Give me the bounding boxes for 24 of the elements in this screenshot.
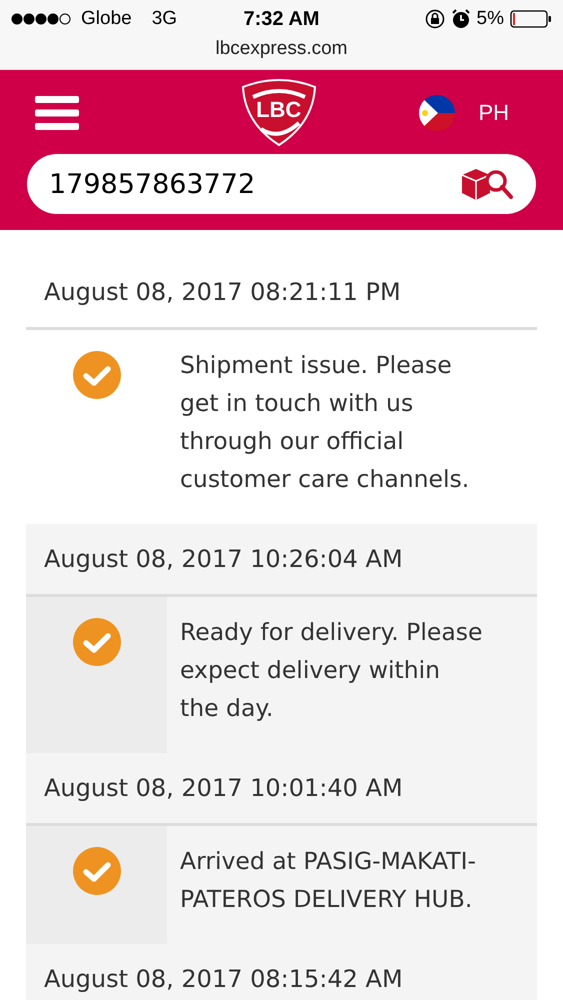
- event-timestamp: August 08, 2017 10:01:40 AM: [44, 774, 403, 802]
- rotation-lock-icon: [424, 9, 445, 29]
- flag-icon: [418, 94, 456, 132]
- event-timestamp: August 08, 2017 08:15:42 AM: [44, 965, 403, 993]
- event-status: Shipment issue. Please get in touch with us through our official customer care channels.: [179, 350, 470, 495]
- menu-icon: [35, 95, 79, 131]
- event-status: Ready for delivery. Please expect delivery within the day.: [179, 617, 484, 724]
- battery-percent: 5%: [476, 8, 504, 30]
- network-type: 3G: [152, 8, 178, 30]
- check-icon: [72, 846, 122, 896]
- region-label[interactable]: PH: [478, 100, 509, 126]
- address-url[interactable]: lbcexpress.com: [216, 38, 348, 60]
- check-icon: [72, 350, 122, 400]
- event-status: Arrived at PASIG-MAKATI-PATEROS DELIVERY HUB.: [179, 846, 477, 915]
- logo[interactable]: LBC: [238, 79, 319, 147]
- event-timestamp: August 08, 2017 10:26:04 AM: [44, 545, 403, 573]
- clock-time: 7:32 AM: [244, 8, 320, 30]
- battery-icon: [510, 9, 552, 29]
- menu-button[interactable]: [35, 95, 79, 131]
- alarm-icon: [450, 9, 471, 29]
- check-icon: [72, 617, 122, 667]
- carrier-name: Globe: [81, 8, 132, 30]
- event-timestamp: August 08, 2017 08:21:11 PM: [44, 278, 401, 306]
- tracking-search-field[interactable]: 179857863772: [27, 154, 536, 214]
